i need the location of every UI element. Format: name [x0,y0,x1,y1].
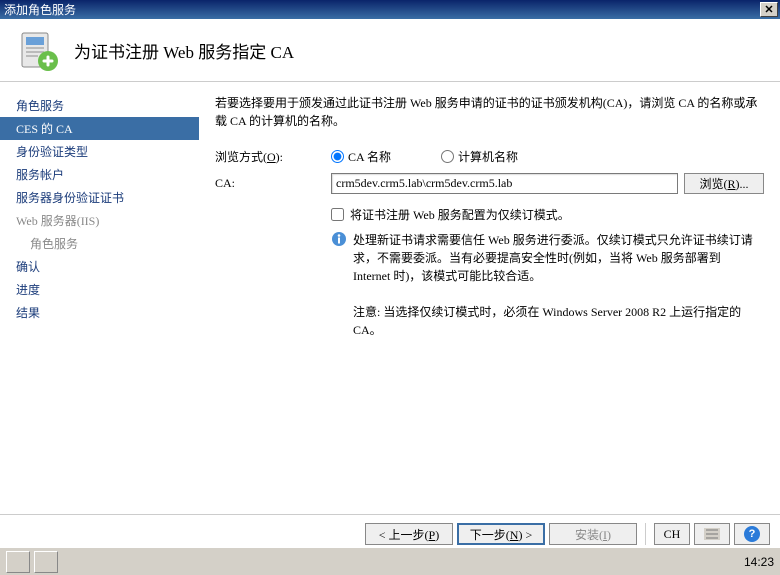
sidebar-item-auth-type[interactable]: 身份验证类型 [0,140,199,163]
radio-ca-name-label: CA 名称 [348,148,391,165]
sidebar-item-ces-ca[interactable]: CES 的 CA [0,117,199,140]
window-title: 添加角色服务 [4,1,760,18]
cancel-button[interactable]: CH [654,523,690,545]
help-icon: ? [744,526,760,542]
info-text: 处理新证书请求需要信任 Web 服务进行委派。仅续订模式只允许证书续订请求，不需… [353,231,756,285]
taskbar: 14:23 [0,547,780,575]
sidebar-item-results[interactable]: 结果 [0,301,199,324]
install-button[interactable]: 安装(I) [549,523,637,545]
footer-sep [645,523,646,545]
renew-only-row: 将证书注册 Web 服务配置为仅续订模式。 [331,206,764,223]
taskbar-clock: 14:23 [744,555,774,569]
sidebar-item-web-server-iis[interactable]: Web 服务器(IIS) [0,209,199,232]
ca-label: CA: [215,176,331,191]
taskbar-pin-2[interactable] [34,551,58,573]
taskbar-pin-1[interactable] [6,551,30,573]
radio-ca-name-input[interactable] [331,150,344,163]
radio-computer-name-label: 计算机名称 [458,148,518,165]
help-button[interactable]: ? [734,523,770,545]
info-text-block: 处理新证书请求需要信任 Web 服务进行委派。仅续订模式只允许证书续订请求，不需… [353,231,756,339]
sidebar-item-service-account[interactable]: 服务帐户 [0,163,199,186]
lang-icon [704,528,720,540]
taskbar-right: 14:23 [738,555,780,569]
sidebar-item-progress[interactable]: 进度 [0,278,199,301]
radio-computer-name[interactable]: 计算机名称 [441,148,518,165]
browse-method-radios: CA 名称 计算机名称 [331,148,518,165]
sidebar-item-iis-role-services[interactable]: 角色服务 [0,232,199,255]
info-icon [331,231,347,247]
intro-text: 若要选择要用于颁发通过此证书注册 Web 服务申请的证书的证书颁发机构(CA)，… [215,94,764,130]
ca-row: CA: 浏览(R)... [215,173,764,194]
taskbar-left [0,551,64,573]
ca-wizard-icon [14,27,60,73]
titlebar: 添加角色服务 ✕ [0,0,780,19]
lang-button[interactable] [694,523,730,545]
wizard-content: 若要选择要用于颁发通过此证书注册 Web 服务申请的证书的证书颁发机构(CA)，… [199,82,780,520]
sidebar-item-role-services[interactable]: 角色服务 [0,94,199,117]
wizard-footer: < 上一步(P) 下一步(N) > 安装(I) CH ? [0,514,780,545]
browse-button[interactable]: 浏览(R)... [684,173,764,194]
wizard-sidebar: 角色服务 CES 的 CA 身份验证类型 服务帐户 服务器身份验证证书 Web … [0,82,199,520]
radio-computer-name-input[interactable] [441,150,454,163]
next-button[interactable]: 下一步(N) > [457,523,545,545]
renew-only-checkbox[interactable] [331,208,344,221]
ca-input[interactable] [331,173,678,194]
info-row: 处理新证书请求需要信任 Web 服务进行委派。仅续订模式只允许证书续订请求，不需… [331,231,764,339]
browse-method-row: 浏览方式(O): CA 名称 计算机名称 [215,148,764,165]
wizard-body: 角色服务 CES 的 CA 身份验证类型 服务帐户 服务器身份验证证书 Web … [0,82,780,520]
close-button[interactable]: ✕ [760,2,778,17]
browse-method-label: 浏览方式(O): [215,148,331,165]
renew-only-label: 将证书注册 Web 服务配置为仅续订模式。 [350,206,570,223]
prev-button[interactable]: < 上一步(P) [365,523,453,545]
dialog-window: 添加角色服务 ✕ 为证书注册 Web 服务指定 CA 角色服务 CES 的 CA… [0,0,780,575]
sidebar-item-server-auth-cert[interactable]: 服务器身份验证证书 [0,186,199,209]
page-title: 为证书注册 Web 服务指定 CA [74,38,294,63]
wizard-header: 为证书注册 Web 服务指定 CA [0,19,780,81]
sidebar-item-confirm[interactable]: 确认 [0,255,199,278]
note-text: 注意: 当选择仅续订模式时，必须在 Windows Server 2008 R2… [353,303,756,339]
radio-ca-name[interactable]: CA 名称 [331,148,391,165]
